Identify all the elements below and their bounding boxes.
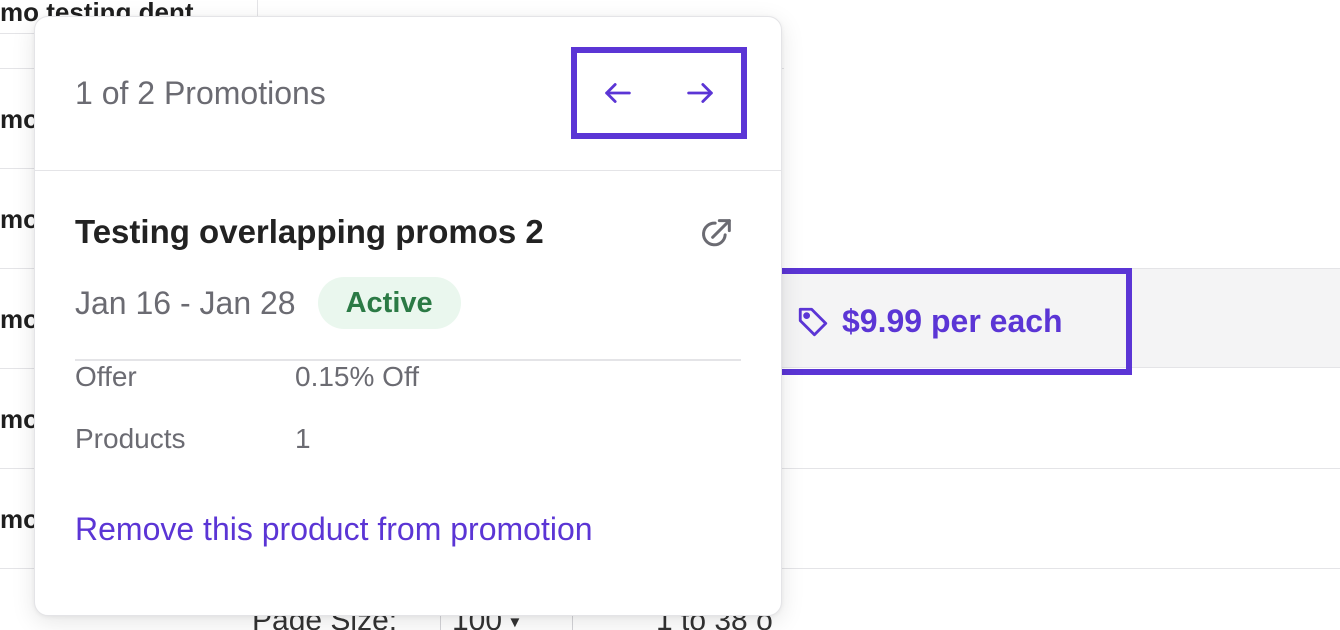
next-promotion-button[interactable] <box>678 71 722 115</box>
detail-label: Products <box>75 423 186 454</box>
screen: mo testing dent mo mo mo mo mo Page Size… <box>0 0 1340 630</box>
promotion-date-range: Jan 16 - Jan 28 <box>75 284 296 321</box>
detail-row-products: Products 1 <box>75 423 741 455</box>
promotion-counter: 1 of 2 Promotions <box>75 75 326 111</box>
promotion-title: Testing overlapping promos 2 <box>75 213 544 250</box>
detail-value: 1 <box>295 423 311 454</box>
tag-icon <box>798 307 828 336</box>
price-label: $9.99 per each <box>842 303 1063 339</box>
external-link-icon <box>702 219 731 247</box>
open-promotion-button[interactable] <box>695 213 737 255</box>
previous-promotion-button[interactable] <box>596 71 640 115</box>
row-divider <box>782 468 1340 469</box>
detail-row-offer: Offer 0.15% Off <box>75 361 741 393</box>
promo-price-tag[interactable]: $9.99 per each <box>776 268 1132 375</box>
remove-from-promotion-link[interactable]: Remove this product from promotion <box>75 511 593 548</box>
popover-body: Testing overlapping promos 2 Jan 16 - Ja… <box>35 171 781 548</box>
status-badge: Active <box>317 277 461 329</box>
arrow-right-icon <box>687 83 713 103</box>
detail-value: 0.15% Off <box>295 361 420 392</box>
arrow-left-icon <box>605 83 631 103</box>
promotion-nav <box>571 47 747 139</box>
popover-header: 1 of 2 Promotions <box>35 17 781 171</box>
row-divider <box>782 68 784 69</box>
detail-label: Offer <box>75 361 137 392</box>
row-divider <box>782 568 1340 569</box>
promotion-meta: Jan 16 - Jan 28 Active <box>75 277 741 329</box>
promotion-popover: 1 of 2 Promotions Testing overlapping pr… <box>34 16 782 616</box>
